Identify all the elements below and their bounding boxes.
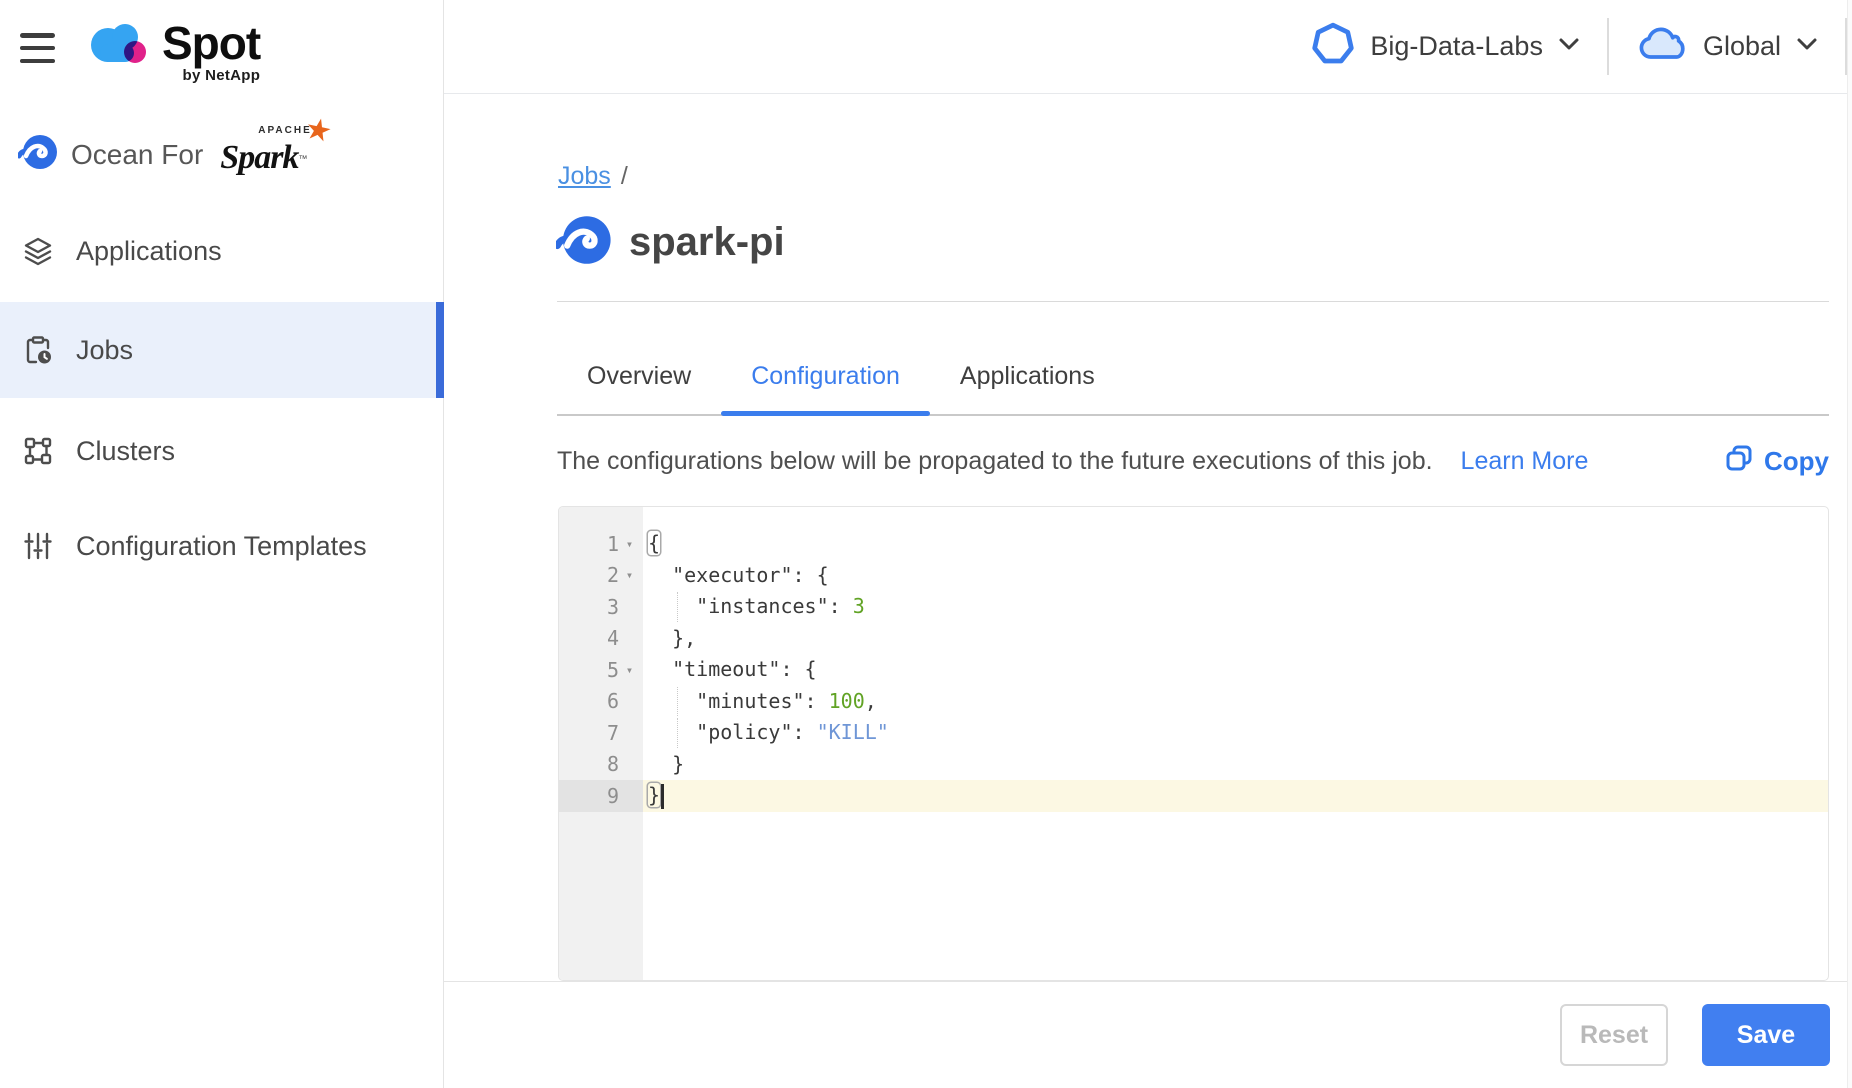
breadcrumb-separator: / <box>621 162 628 190</box>
code-line: "instances": 3 <box>643 591 1828 623</box>
gutter-line[interactable]: 6 <box>559 686 643 718</box>
json-config-editor[interactable]: 1▾2▾345▾6789 { "executor": { "instances"… <box>558 506 1829 981</box>
indent-guide <box>677 592 678 622</box>
ocean-wave-icon <box>18 132 58 177</box>
sidebar-item-applications[interactable]: Applications <box>0 210 444 292</box>
hamburger-menu-icon[interactable] <box>20 33 55 63</box>
tab-configuration[interactable]: Configuration <box>721 345 930 414</box>
product-ocean-for-spark[interactable]: Ocean For APACHE Spark™ <box>18 132 307 177</box>
copy-icon <box>1725 444 1753 479</box>
sidebar-item-configuration-templates[interactable]: Configuration Templates <box>0 505 444 587</box>
tab-overview[interactable]: Overview <box>557 345 721 414</box>
sidebar-item-label: Clusters <box>76 436 175 467</box>
top-header: Big-Data-Labs Global <box>444 0 1852 94</box>
fold-toggle-icon[interactable]: ▾ <box>619 568 640 582</box>
clusters-grid-icon <box>22 435 54 467</box>
org-name: Big-Data-Labs <box>1370 31 1543 62</box>
title-divider <box>557 301 1829 302</box>
ocean-wave-icon <box>556 212 612 273</box>
tab-bar: Overview Configuration Applications <box>557 345 1829 416</box>
gutter-line[interactable]: 8 <box>559 749 643 781</box>
code-line: "minutes": 100, <box>643 686 1828 718</box>
fold-toggle-icon[interactable]: ▾ <box>619 537 640 551</box>
apache-spark-logo: APACHE Spark™ <box>220 133 307 177</box>
page-title-row: spark-pi <box>556 212 785 273</box>
spot-cloud-icon <box>86 20 152 75</box>
save-button[interactable]: Save <box>1702 1004 1830 1066</box>
text-cursor <box>661 784 664 809</box>
chevron-down-icon <box>1796 37 1818 56</box>
layers-icon <box>22 235 54 267</box>
sidebar-item-label: Jobs <box>76 335 133 366</box>
brand-name: Spot <box>162 20 260 66</box>
config-note-row: The configurations below will be propaga… <box>557 444 1829 479</box>
breadcrumb-jobs-link[interactable]: Jobs <box>558 162 611 190</box>
cloud-icon <box>1636 24 1688 69</box>
sidebar: Spot by NetApp Ocean For APACHE Spark™ <box>0 0 444 1088</box>
brand-byline: by NetApp <box>183 67 261 84</box>
tab-applications[interactable]: Applications <box>930 345 1125 414</box>
page-scrollbar-track[interactable] <box>1847 0 1852 1088</box>
page-title: spark-pi <box>629 220 785 265</box>
config-note-text: The configurations below will be propaga… <box>557 447 1433 476</box>
spark-label: Spark <box>220 139 298 176</box>
sidebar-item-jobs[interactable]: Jobs <box>0 302 444 398</box>
sidebar-item-label: Applications <box>76 236 222 267</box>
code-line: { <box>643 528 1828 560</box>
reset-button[interactable]: Reset <box>1560 1004 1668 1066</box>
code-line: } <box>643 780 1828 812</box>
sliders-icon <box>22 530 54 562</box>
copy-label: Copy <box>1764 446 1829 477</box>
code-line: } <box>643 749 1828 781</box>
indent-guide <box>677 718 678 748</box>
gutter-line[interactable]: 2▾ <box>559 560 643 592</box>
code-line: "executor": { <box>643 560 1828 592</box>
code-line: "policy": "KILL" <box>643 717 1828 749</box>
gutter-line[interactable]: 1▾ <box>559 528 643 560</box>
product-prefix: Ocean For <box>71 139 203 171</box>
gutter-line[interactable]: 5▾ <box>559 654 643 686</box>
org-selector[interactable]: Big-Data-Labs <box>1284 22 1607 71</box>
copy-button[interactable]: Copy <box>1725 444 1829 479</box>
code-line: "timeout": { <box>643 654 1828 686</box>
gutter-line[interactable]: 3 <box>559 591 643 623</box>
learn-more-link[interactable]: Learn More <box>1461 447 1589 476</box>
sidebar-item-clusters[interactable]: Clusters <box>0 410 444 492</box>
editor-code: { "executor": { "instances": 3 }, "timeo… <box>643 507 1828 980</box>
app-window: Spot by NetApp Ocean For APACHE Spark™ <box>0 0 1852 1088</box>
breadcrumb: Jobs / <box>558 162 628 191</box>
scope-selector[interactable]: Global <box>1609 24 1845 69</box>
indent-guide <box>677 687 678 717</box>
gutter-line[interactable]: 4 <box>559 623 643 655</box>
action-footer: Reset Save <box>444 981 1852 1088</box>
spot-logo[interactable]: Spot by NetApp <box>86 20 260 84</box>
gutter-line[interactable]: 9 <box>559 780 643 812</box>
chevron-down-icon <box>1558 37 1580 56</box>
sidebar-item-label: Configuration Templates <box>76 531 367 562</box>
editor-gutter: 1▾2▾345▾6789 <box>559 507 643 980</box>
gutter-line[interactable]: 7 <box>559 717 643 749</box>
spark-star-icon <box>301 110 335 150</box>
fold-toggle-icon[interactable]: ▾ <box>619 663 640 677</box>
clipboard-clock-icon <box>22 334 54 366</box>
scope-name: Global <box>1703 31 1781 62</box>
code-line: }, <box>643 623 1828 655</box>
heptagon-icon <box>1311 22 1355 71</box>
